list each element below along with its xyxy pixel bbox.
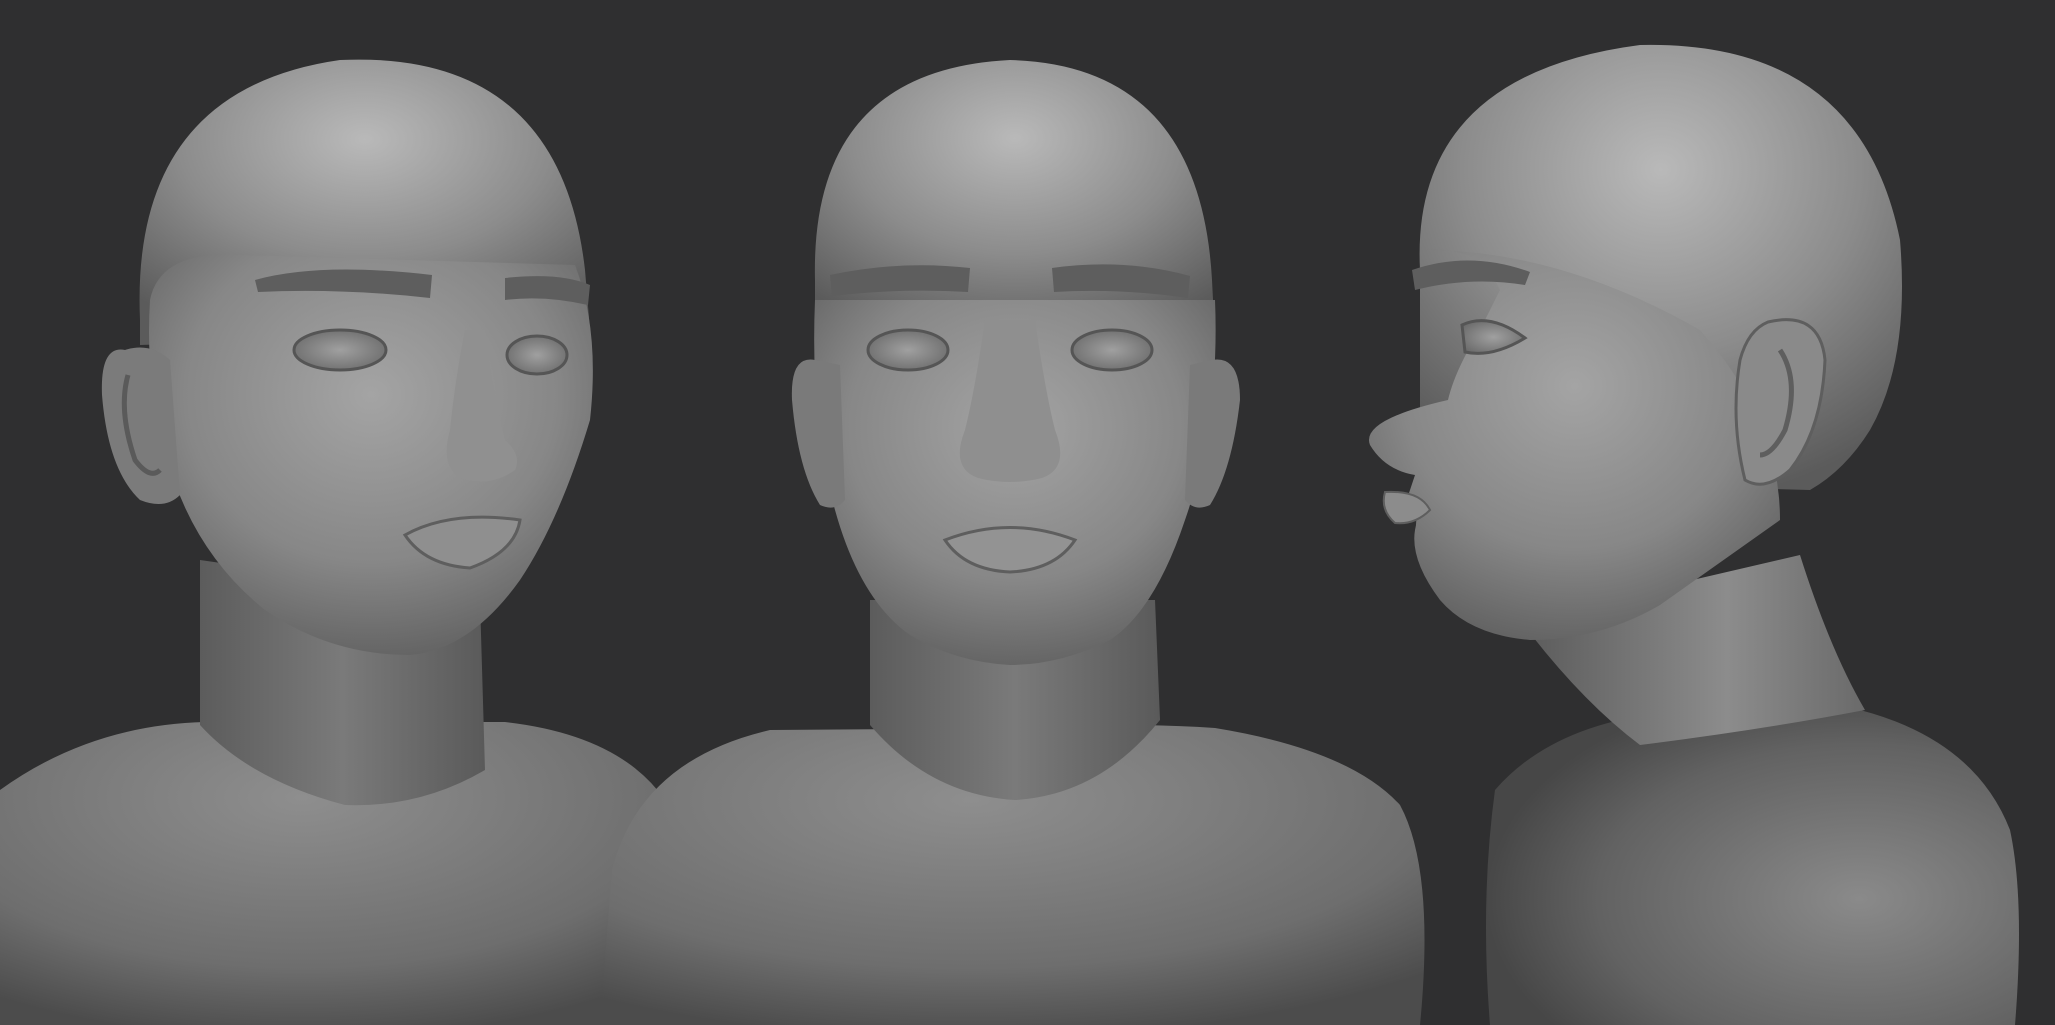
eye	[1070, 328, 1154, 372]
ear	[1185, 359, 1240, 508]
eye	[505, 334, 569, 376]
skull	[814, 60, 1215, 340]
profile-view	[1368, 44, 2019, 1025]
ear	[791, 359, 845, 508]
ear	[101, 347, 180, 504]
front-view	[600, 60, 1425, 1025]
eye	[866, 328, 950, 372]
eye	[292, 328, 388, 372]
three-quarter-view	[0, 59, 670, 1025]
render-canvas	[0, 0, 2055, 1025]
shoulders	[1486, 710, 2019, 1025]
